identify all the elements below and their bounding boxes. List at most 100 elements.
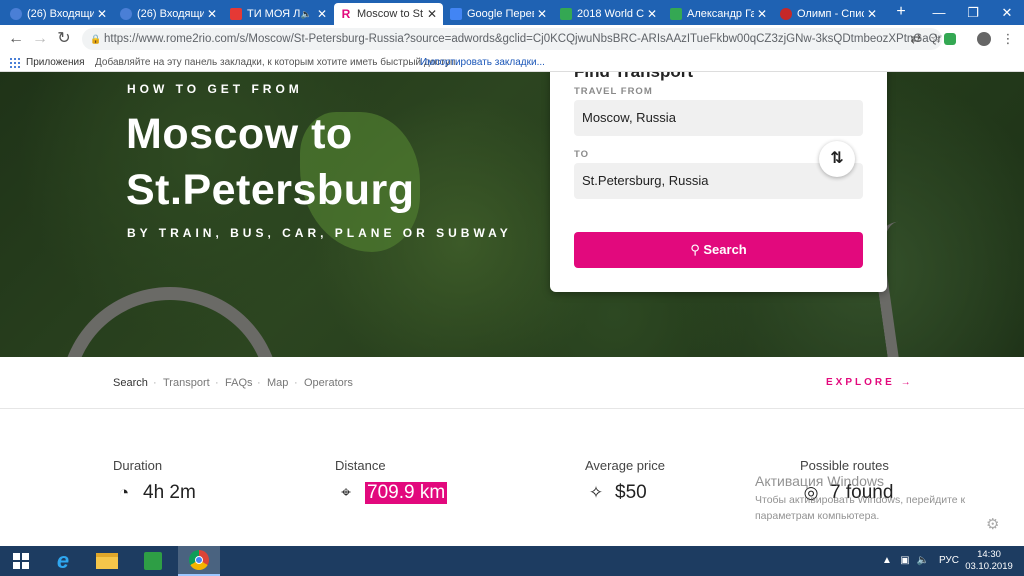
windows-start-icon[interactable] (0, 546, 42, 576)
mail-favicon-icon (120, 8, 132, 20)
tab-title: (26) Входящие (27, 8, 94, 20)
close-window-icon[interactable]: ✕ (990, 0, 1024, 25)
browser-tab-active[interactable]: R Moscow to St.P ✕ (334, 3, 443, 25)
file-explorer-icon[interactable] (86, 546, 128, 576)
tab-title: Google Перев (467, 8, 534, 20)
nav-item-transport[interactable]: Transport (163, 377, 210, 389)
windows-taskbar: e ▲ ▣ 🔈 РУС 14:30 03.10.2019 (0, 546, 1024, 576)
new-tab-button[interactable]: + (892, 3, 910, 21)
import-bookmarks-link[interactable]: Импортировать закладки... (420, 54, 545, 71)
card-title: Find Transport (574, 72, 693, 82)
hero-banner: HOW TO GET FROM Moscow to St.Petersburg … (0, 72, 1024, 357)
internet-explorer-icon[interactable]: e (42, 546, 84, 576)
browser-tab[interactable]: Google Перев ✕ (444, 3, 553, 25)
browser-toolbar: ← → ↻ 🔒 https://www.rome2rio.com/s/Mosco… (0, 25, 1024, 54)
hero-road-decor (60, 287, 280, 357)
swap-locations-icon[interactable]: ⇅ (819, 141, 855, 177)
network-icon[interactable]: ▣ (898, 546, 912, 576)
close-tab-icon[interactable]: ✕ (207, 8, 217, 20)
ticket-icon: ✧ (588, 483, 604, 502)
hero-subtitle: BY TRAIN, BUS, CAR, PLANE OR SUBWAY (127, 226, 512, 240)
tab-title: Moscow to St.P (357, 8, 424, 20)
profile-avatar-icon[interactable] (974, 29, 994, 49)
nav-separator: · (153, 377, 157, 389)
distance-value: 709.9 km (365, 482, 448, 504)
hero-kicker: HOW TO GET FROM (127, 82, 303, 96)
tab-strip: (26) Входящие ✕ (26) Входящие ✕ ТИ МОЯ Л… (0, 0, 1024, 25)
price-stat: ✧ $50 (585, 481, 647, 505)
nav-item-faqs[interactable]: FAQs (225, 377, 253, 389)
forward-arrow-icon[interactable]: → (30, 29, 50, 49)
tab-title: Александр Гаі (687, 8, 754, 20)
duration-stat: ◔ 4h 2m (113, 481, 196, 505)
explore-link[interactable]: EXPLORE → (826, 377, 914, 388)
store-icon[interactable] (132, 546, 174, 576)
back-arrow-icon[interactable]: ← (6, 29, 26, 49)
system-clock[interactable]: 14:30 03.10.2019 (965, 549, 1013, 573)
youtube-favicon-icon (230, 8, 242, 20)
speaker-icon[interactable]: 🔈 (301, 9, 312, 20)
sheets-favicon-icon (560, 8, 572, 20)
nav-item-search[interactable]: Search (113, 377, 148, 389)
search-button[interactable]: ⚲ Search (574, 232, 863, 268)
close-tab-icon[interactable]: ✕ (427, 8, 437, 20)
route-pin-icon: ⌖ (341, 483, 351, 502)
tray-expand-icon[interactable]: ▲ (880, 546, 894, 576)
chrome-taskbar-icon[interactable] (178, 546, 220, 576)
language-indicator[interactable]: РУС (936, 546, 962, 576)
browser-tab[interactable]: ТИ МОЯ Л 🔈 ✕ (224, 3, 333, 25)
reload-icon[interactable]: ↻ (54, 29, 74, 49)
close-tab-icon[interactable]: ✕ (97, 8, 107, 20)
duration-label: Duration (113, 458, 163, 473)
gear-icon[interactable]: ⚙ (986, 515, 999, 533)
page-title-line1: Moscow to (126, 110, 353, 158)
find-transport-card: Find Transport TRAVEL FROM Moscow, Russi… (550, 72, 887, 292)
clock-icon: ◔ (118, 483, 130, 502)
explore-label: EXPLORE (826, 377, 895, 388)
travel-to-label: TO (574, 149, 590, 160)
browser-tab[interactable]: Александр Гаі ✕ (664, 3, 773, 25)
duration-value: 4h 2m (143, 482, 196, 503)
arrow-right-icon: → (900, 377, 914, 388)
nav-item-map[interactable]: Map (267, 377, 288, 389)
close-tab-icon[interactable]: ✕ (647, 8, 657, 20)
search-icon: ⚲ (690, 242, 704, 257)
activation-watermark-text: Чтобы активировать Windows, перейдите к … (755, 494, 966, 522)
browser-tab[interactable]: (26) Входящие ✕ (114, 3, 223, 25)
close-tab-icon[interactable]: ✕ (757, 8, 767, 20)
address-bar[interactable]: 🔒 https://www.rome2rio.com/s/Moscow/St-P… (82, 28, 942, 50)
tab-title: 2018 World Cu (577, 8, 644, 20)
apps-link[interactable]: Приложения (26, 54, 85, 71)
close-tab-icon[interactable]: ✕ (867, 8, 877, 20)
volume-icon[interactable]: 🔈 (916, 546, 930, 576)
nav-separator: · (294, 377, 298, 389)
close-tab-icon[interactable]: ✕ (537, 8, 547, 20)
page-title-line2: St.Petersburg (126, 166, 415, 214)
close-tab-icon[interactable]: ✕ (317, 8, 327, 20)
mail-favicon-icon (10, 8, 22, 20)
minimize-icon[interactable]: — (922, 0, 956, 25)
browser-tab[interactable]: 2018 World Cu ✕ (554, 3, 663, 25)
routes-label: Possible routes (800, 458, 889, 473)
price-value: $50 (615, 482, 647, 503)
tab-title: Олимп - Списс (797, 8, 864, 20)
distance-label: Distance (335, 458, 386, 473)
menu-dots-icon[interactable]: ⋮ (998, 29, 1018, 49)
travel-to-input[interactable]: St.Petersburg, Russia (574, 163, 863, 199)
search-button-label: Search (703, 242, 747, 257)
browser-tab[interactable]: (26) Входящие ✕ (4, 3, 113, 25)
url-text: https://www.rome2rio.com/s/Moscow/St-Pet… (104, 33, 942, 45)
extension-icon[interactable] (940, 29, 960, 49)
nav-item-operators[interactable]: Operators (304, 377, 353, 389)
maximize-icon[interactable]: ❐ (956, 0, 990, 25)
browser-tab[interactable]: Олимп - Списс ✕ (774, 3, 883, 25)
distance-stat: ⌖ 709.9 km (335, 481, 448, 505)
bookmarks-bar: Приложения Добавляйте на эту панель закл… (0, 54, 1024, 72)
rome2rio-favicon-icon: R (340, 7, 352, 21)
apps-grid-icon[interactable] (10, 58, 20, 68)
clock-time: 14:30 (977, 549, 1001, 560)
activation-watermark-title: Активация Windows (755, 473, 885, 489)
nav-separator: · (215, 377, 219, 389)
translate-icon[interactable]: ⇄ (906, 29, 926, 49)
travel-from-input[interactable]: Moscow, Russia (574, 100, 863, 136)
